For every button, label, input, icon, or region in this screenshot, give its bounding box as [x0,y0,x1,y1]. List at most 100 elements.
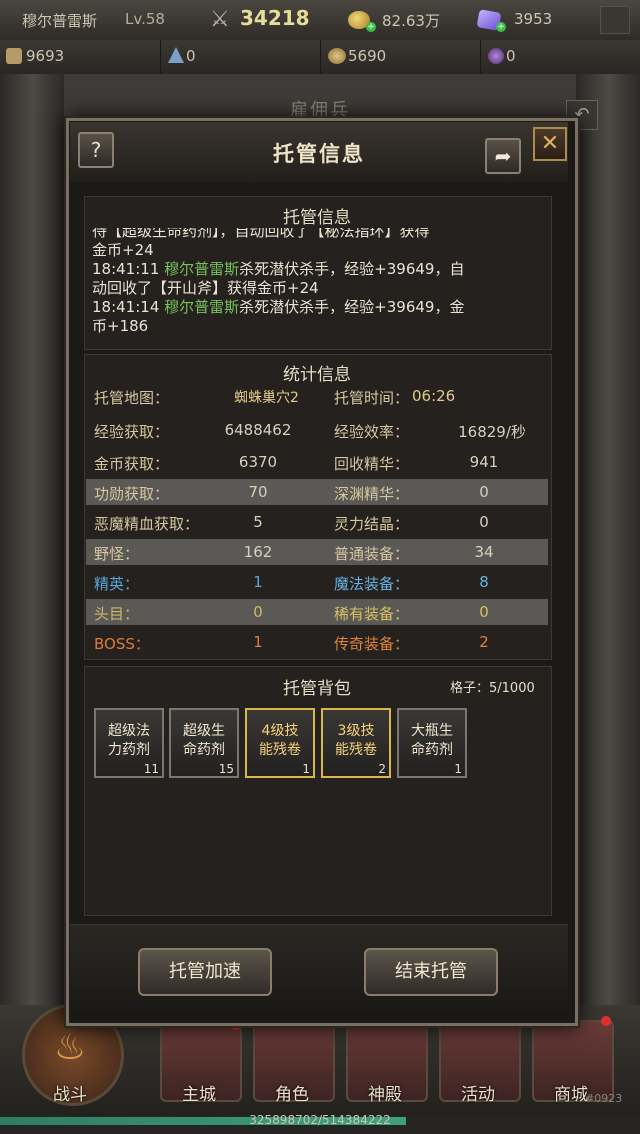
corner-text: #0923 [585,1092,623,1105]
stat-label: 普通装备： [334,545,410,563]
player-name[interactable]: 穆尔普雷斯 [22,10,97,31]
stats-row: BOSS： 1 传奇装备： 2 [86,629,548,655]
stat-label: BOSS： [94,635,150,653]
flame-icon: ♨ [53,1027,87,1068]
resource-2-value: 0 [186,47,196,65]
close-button[interactable]: ✕ [533,127,567,161]
stat-value: 6370 [238,453,278,471]
stat-value: 8 [479,573,489,591]
item-count: 11 [143,762,159,776]
bag-capacity: 格子：5/1000 [450,681,535,696]
stats-row: 功勋获取： 70 深渊精华： 0 [86,479,548,505]
stats-row: 头目： 0 稀有装备： 0 [86,599,548,625]
stat-label: 深渊精华： [334,485,410,503]
stats-row: 野怪： 162 普通装备： 34 [86,539,548,565]
add-diamond-icon[interactable]: + [496,22,506,32]
log-text: 杀死潜伏杀手，经验+39649，自 [239,260,465,278]
resource-3-value: 5690 [348,47,387,65]
item-name: 能残卷 [335,742,377,758]
share-icon[interactable]: ➦ [485,138,521,174]
item-name: 大瓶生 [411,723,453,739]
nav-temple-label: 神殿 [368,1085,402,1105]
bag-item[interactable]: 3级技 能残卷 2 [321,708,391,778]
bag-item[interactable]: 超级生 命药剂 15 [169,708,239,778]
medal-icon [6,48,22,64]
stats-row: 恶魔精血获取： 5 灵力结晶： 0 [86,509,548,535]
log-line: 币+186 [92,317,149,335]
menu-icon[interactable] [600,6,630,34]
crossed-swords-icon: ⚔ [210,7,230,32]
item-count: 2 [378,762,386,776]
stat-label: 回收精华： [334,455,410,473]
right-pillar [576,74,640,1084]
stat-value: 162 [243,543,273,561]
log-player-name: 穆尔普雷斯 [164,260,240,278]
stat-label: 托管时间： [334,389,410,407]
stat-label: 金币获取： [94,455,170,473]
end-hosting-button[interactable]: 结束托管 [364,948,498,996]
stat-label: 野怪： [94,545,140,563]
nav-role-label: 角色 [275,1085,309,1105]
stats-row: 托管地图： 蜘蛛巢穴2 托管时间： 06:26 [86,383,548,409]
nav-activity-label: 活动 [461,1085,495,1105]
stat-value: 0 [479,483,489,501]
log-line: 金币+24 [92,241,154,259]
player-level: Lv.58 [125,10,165,28]
stats-row: 精英： 1 魔法装备： 8 [86,569,548,595]
log-time: 18:41:14 [92,298,160,316]
stats-row: 金币获取： 6370 回收精华： 941 [86,449,548,475]
exp-text: 325898702/514384222 [249,1113,391,1127]
bag-panel [84,666,552,916]
stat-value: 1 [253,573,263,591]
stat-label: 传奇装备： [334,635,410,653]
stat-label: 经验获取： [94,423,170,441]
stat-value: 0 [253,603,263,621]
add-gold-icon[interactable]: + [366,22,376,32]
log-line: 18:41:14 穆尔普雷斯杀死潜伏杀手，经验+39649，金 [92,298,544,317]
bag-item[interactable]: 超级法 力药剂 11 [94,708,164,778]
essence-icon [328,48,346,64]
stat-label: 功勋获取： [94,485,170,503]
stat-value: 06:26 [412,387,456,405]
bag-item[interactable]: 4级技 能残卷 1 [245,708,315,778]
log-player-name: 穆尔普雷斯 [164,298,240,316]
stat-label: 头目： [94,605,140,623]
log-line: 待【超级生命药剂】，自动回收了【秘法指环】获得 [92,228,430,240]
nav-city-label: 主城 [182,1085,216,1105]
stat-value: 2 [479,633,489,651]
stat-value: 941 [469,453,499,471]
log-time: 18:41:11 [92,260,160,278]
item-count: 1 [454,762,462,776]
left-pillar [0,74,64,1084]
stat-label: 魔法装备： [334,575,410,593]
stats-row: 经验获取： 6488462 经验效率： 16829/秒 [86,417,548,443]
stat-value: 34 [474,543,494,561]
crystal-icon [168,47,184,63]
log-list[interactable]: 待【超级生命药剂】，自动回收了【秘法指环】获得 金币+24 18:41:11 穆… [92,228,544,342]
speedup-button[interactable]: 托管加速 [138,948,272,996]
log-title: 托管信息 [283,208,351,228]
notification-dot [601,1016,611,1026]
stat-value: 6488462 [224,421,292,439]
divider [320,40,321,74]
soul-orb-icon [488,48,504,64]
item-name: 4级技 [261,723,299,739]
stat-value: 0 [479,603,489,621]
bag-item[interactable]: 大瓶生 命药剂 1 [397,708,467,778]
stat-label: 托管地图： [94,389,170,407]
log-line: 动回收了【开山斧】获得金币+24 [92,279,319,297]
item-name: 命药剂 [411,742,453,758]
stat-value: 70 [248,483,268,501]
stat-label: 稀有装备： [334,605,410,623]
stat-value: 5 [253,513,263,531]
power-value: 34218 [240,6,310,30]
stat-label: 经验效率： [334,423,410,441]
stat-value: 0 [479,513,489,531]
item-count: 15 [218,762,234,776]
diamond-value: 3953 [514,10,553,28]
gold-value: 82.63万 [382,12,440,30]
stat-label: 灵力结晶： [334,515,410,533]
log-line: 18:41:11 穆尔普雷斯杀死潜伏杀手，经验+39649，自 [92,260,544,279]
stat-value: 蜘蛛巢穴2 [234,390,299,406]
item-name: 力药剂 [108,742,150,758]
